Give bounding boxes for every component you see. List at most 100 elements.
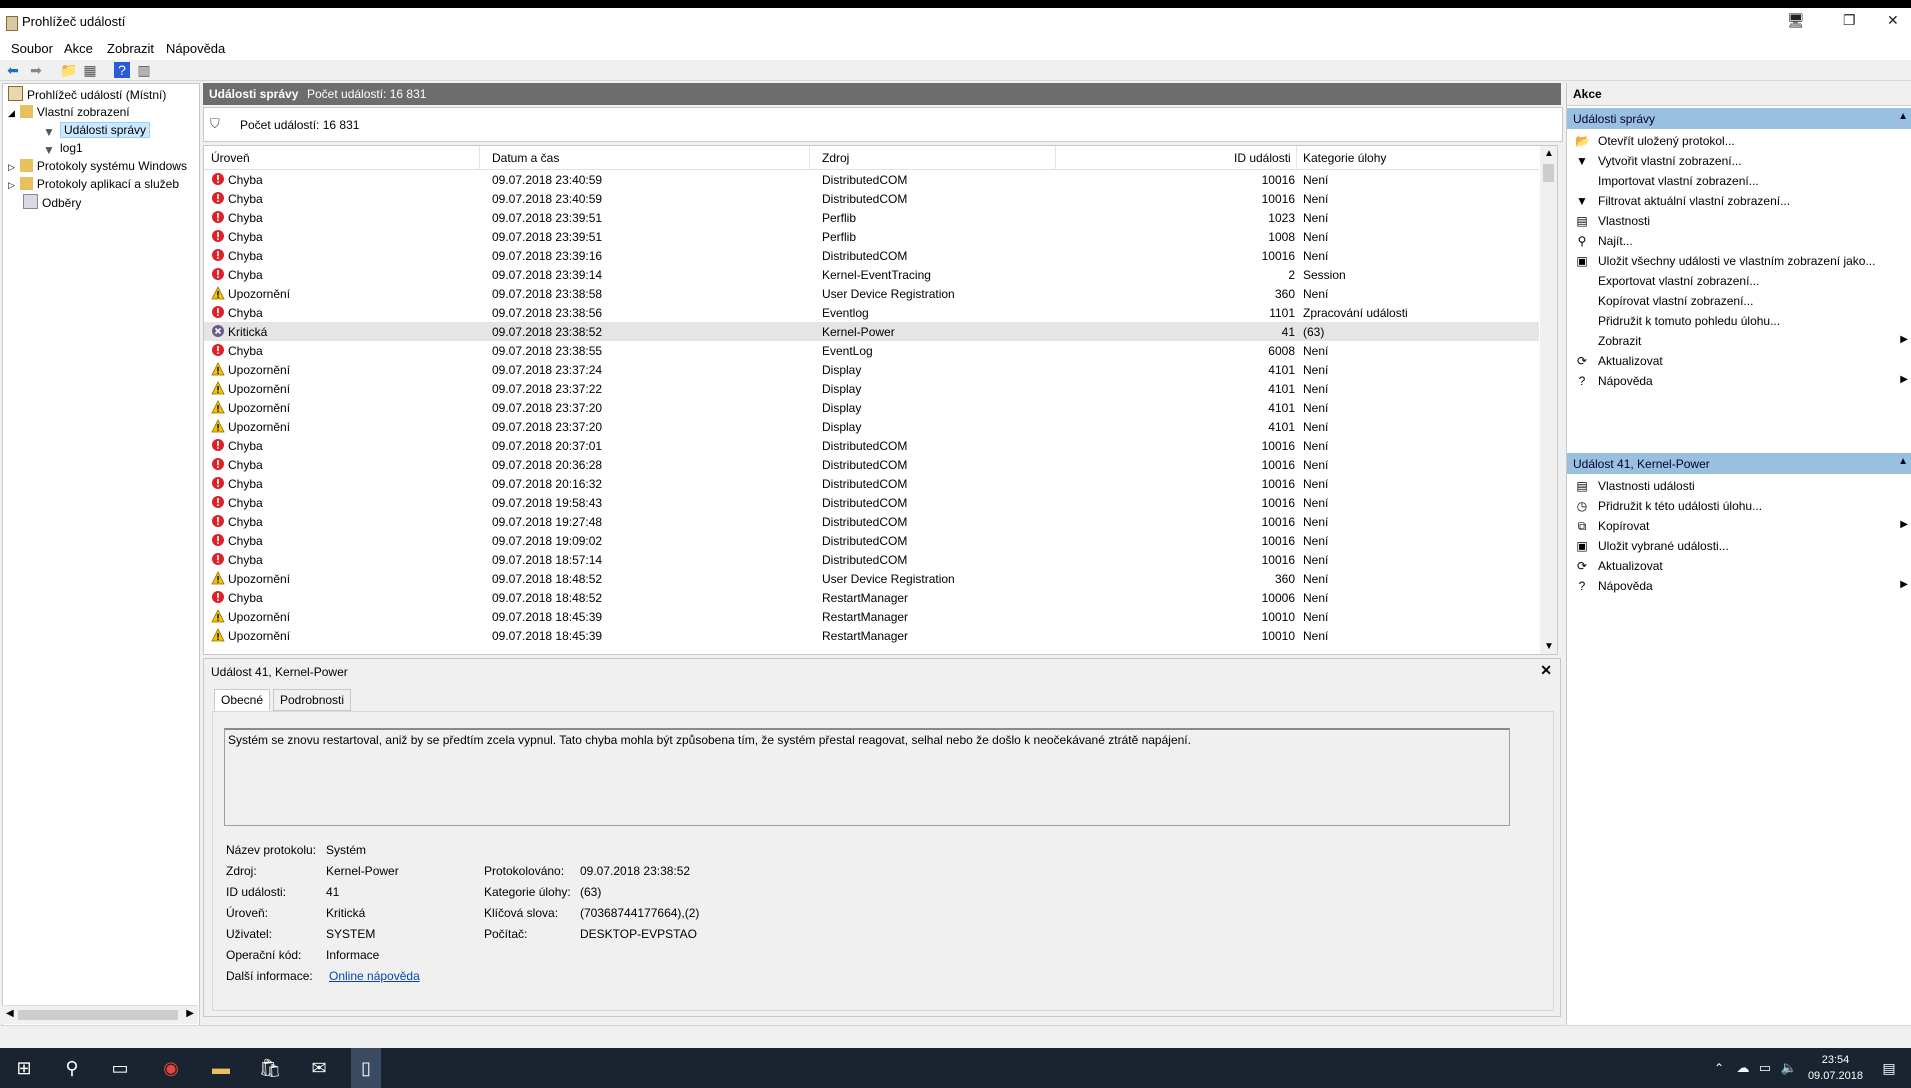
action-item[interactable]: ▤ Vlastnosti bbox=[1567, 211, 1911, 231]
mail-icon[interactable]: ✉ bbox=[306, 1056, 332, 1080]
col-source[interactable]: Zdroj bbox=[822, 151, 849, 165]
table-row[interactable]: Kritická 09.07.2018 23:38:52 Kernel-Power 4… bbox=[204, 322, 1539, 341]
scroll-up-icon[interactable]: ▲ bbox=[1544, 148, 1554, 159]
table-row[interactable]: Chyba 09.07.2018 19:09:02 DistributedCOM 10… bbox=[204, 531, 1539, 550]
action-item[interactable]: ▣ Uložit všechny události ve vlastním zob… bbox=[1567, 251, 1911, 271]
col-datetime[interactable]: Datum a čas bbox=[492, 151, 559, 165]
network-icon[interactable]: ▭ bbox=[1752, 1056, 1778, 1080]
close-window-button[interactable]: ✕ bbox=[1887, 12, 1899, 29]
collapse-icon[interactable]: ◢ bbox=[8, 108, 15, 118]
collapse-section-icon[interactable]: ▲ bbox=[1898, 111, 1908, 122]
scroll-thumb[interactable] bbox=[18, 1010, 178, 1020]
table-row[interactable]: Chyba 09.07.2018 18:48:52 RestartManager 10… bbox=[204, 588, 1539, 607]
table-row[interactable]: Upozornění 09.07.2018 18:45:39 RestartMana… bbox=[204, 607, 1539, 626]
start-windows-icon[interactable]: ⊞ bbox=[11, 1056, 37, 1080]
action-item[interactable]: Importovat vlastní zobrazení... bbox=[1567, 171, 1911, 191]
menu-soubor[interactable]: Soubor bbox=[11, 41, 53, 56]
table-row[interactable]: Upozornění 09.07.2018 23:37:24 Display 4101… bbox=[204, 360, 1539, 379]
action-pane-icon[interactable]: ▥ bbox=[136, 62, 152, 78]
table-row[interactable]: Chyba 09.07.2018 23:38:55 EventLog 6008 Není bbox=[204, 341, 1539, 360]
action-item[interactable]: Kopírovat vlastní zobrazení... bbox=[1567, 291, 1911, 311]
task-view-icon[interactable]: ▭ bbox=[107, 1056, 133, 1080]
menu-napoveda[interactable]: Nápověda bbox=[166, 41, 225, 56]
action-item[interactable]: ▣ Uložit vybrané události... bbox=[1567, 536, 1911, 556]
scroll-down-icon[interactable]: ▼ bbox=[1544, 641, 1554, 652]
tree-admin-events[interactable]: ▼ Události správy bbox=[43, 122, 151, 139]
table-row[interactable]: Chyba 09.07.2018 20:16:32 DistributedCOM 10… bbox=[204, 474, 1539, 493]
show-hidden-icons[interactable]: ⌃ bbox=[1706, 1056, 1732, 1080]
table-row[interactable]: Chyba 09.07.2018 23:39:51 Perflib 1008 Není bbox=[204, 227, 1539, 246]
table-row[interactable]: Chyba 09.07.2018 19:27:48 DistributedCOM 10… bbox=[204, 512, 1539, 531]
scroll-thumb[interactable] bbox=[1543, 164, 1554, 182]
table-row[interactable]: Upozornění 09.07.2018 23:37:20 Display 4101… bbox=[204, 417, 1539, 436]
action-item[interactable]: Zobrazit ▶ bbox=[1567, 331, 1911, 351]
close-detail-icon[interactable]: ✕ bbox=[1540, 662, 1552, 679]
table-row[interactable]: Chyba 09.07.2018 23:40:59 DistributedCOM 10… bbox=[204, 189, 1539, 208]
action-item[interactable]: ▼ Filtrovat aktuální vlastní zobrazení... bbox=[1567, 191, 1911, 211]
table-row[interactable]: Chyba 09.07.2018 23:39:51 Perflib 1023 Není bbox=[204, 208, 1539, 227]
scroll-left-icon[interactable]: ◀ bbox=[6, 1008, 14, 1019]
grid-vertical-scrollbar[interactable]: ▲ ▼ bbox=[1540, 146, 1557, 654]
table-row[interactable]: Chyba 09.07.2018 23:39:16 DistributedCOM 10… bbox=[204, 246, 1539, 265]
clock[interactable]: 23:54 09.07.2018 bbox=[1808, 1052, 1863, 1084]
table-row[interactable]: Chyba 09.07.2018 20:37:01 DistributedCOM 10… bbox=[204, 436, 1539, 455]
menu-akce[interactable]: Akce bbox=[64, 41, 93, 56]
action-item[interactable]: ⟳ Aktualizovat bbox=[1567, 351, 1911, 371]
tree-custom-views[interactable]: ◢ Vlastní zobrazení bbox=[8, 104, 130, 121]
show-hide-tree-icon[interactable]: ▦ bbox=[82, 62, 98, 78]
table-row[interactable]: Upozornění 09.07.2018 23:37:20 Display 4101… bbox=[204, 398, 1539, 417]
table-row[interactable]: Chyba 09.07.2018 18:57:14 DistributedCOM 10… bbox=[204, 550, 1539, 569]
store-icon[interactable]: 🛍 bbox=[257, 1056, 283, 1080]
action-item[interactable]: ◷ Přidružit k této události úlohu... bbox=[1567, 496, 1911, 516]
table-row[interactable]: Upozornění 09.07.2018 23:38:58 User Device… bbox=[204, 284, 1539, 303]
menu-zobrazit[interactable]: Zobrazit bbox=[107, 41, 154, 56]
action-item[interactable]: ? Nápověda ▶ bbox=[1567, 576, 1911, 596]
tree-subscriptions[interactable]: Odběry bbox=[23, 194, 81, 211]
scroll-right-icon[interactable]: ▶ bbox=[186, 1008, 194, 1019]
chrome-icon[interactable]: ◉ bbox=[158, 1056, 184, 1080]
action-item[interactable]: ⧉ Kopírovat ▶ bbox=[1567, 516, 1911, 536]
collapse-section-icon[interactable]: ▲ bbox=[1898, 456, 1908, 467]
action-item[interactable]: ⚲ Najít... bbox=[1567, 231, 1911, 251]
back-icon[interactable]: ⬅ bbox=[5, 62, 21, 78]
help-toolbar-icon[interactable]: ? bbox=[114, 62, 130, 78]
tree-horizontal-scrollbar[interactable]: ◀ ▶ bbox=[2, 1005, 198, 1024]
tree-root[interactable]: Prohlížeč událostí (Místní) bbox=[8, 86, 166, 103]
actions-section-admin-events[interactable]: Události správy ▲ bbox=[1567, 108, 1911, 129]
tree-log1[interactable]: ▼ log1 bbox=[43, 140, 83, 157]
actions-section-event[interactable]: Událost 41, Kernel-Power ▲ bbox=[1567, 453, 1911, 474]
table-row[interactable]: Chyba 09.07.2018 23:39:14 Kernel-EventTrac… bbox=[204, 265, 1539, 284]
notifications-icon[interactable]: ▤ bbox=[1876, 1056, 1902, 1080]
table-row[interactable]: Upozornění 09.07.2018 18:48:52 User Device… bbox=[204, 569, 1539, 588]
restore-button[interactable]: ❐ bbox=[1843, 12, 1856, 29]
table-row[interactable]: Chyba 09.07.2018 20:36:28 DistributedCOM 10… bbox=[204, 455, 1539, 474]
search-icon[interactable]: ⚲ bbox=[59, 1056, 85, 1080]
action-item[interactable]: Exportovat vlastní zobrazení... bbox=[1567, 271, 1911, 291]
up-folder-icon[interactable]: 📁 bbox=[60, 62, 77, 78]
action-item[interactable]: ▼ Vytvořit vlastní zobrazení... bbox=[1567, 151, 1911, 171]
expand-icon[interactable]: ▷ bbox=[8, 180, 15, 190]
action-item[interactable]: ? Nápověda ▶ bbox=[1567, 371, 1911, 391]
event-viewer-taskbar-icon[interactable]: ▯ bbox=[351, 1048, 381, 1088]
volume-icon[interactable]: 🔈 bbox=[1776, 1056, 1802, 1080]
tab-details[interactable]: Podrobnosti bbox=[273, 689, 352, 711]
col-task-category[interactable]: Kategorie úlohy bbox=[1303, 151, 1386, 165]
action-item[interactable]: Přidružit k tomuto pohledu úlohu... bbox=[1567, 311, 1911, 331]
action-item[interactable]: ⟳ Aktualizovat bbox=[1567, 556, 1911, 576]
monitor-icon[interactable]: 🖥 bbox=[1787, 12, 1805, 29]
table-row[interactable]: Chyba 09.07.2018 19:58:43 DistributedCOM 10… bbox=[204, 493, 1539, 512]
table-row[interactable]: Chyba 09.07.2018 23:38:56 Eventlog 1101 Zpra… bbox=[204, 303, 1539, 322]
forward-icon[interactable]: ➡ bbox=[28, 62, 44, 78]
action-item[interactable]: 📂 Otevřít uložený protokol... bbox=[1567, 131, 1911, 151]
table-row[interactable]: Chyba 09.07.2018 23:40:59 DistributedCOM 10… bbox=[204, 170, 1539, 189]
file-explorer-icon[interactable]: ▬ bbox=[208, 1056, 234, 1080]
table-row[interactable]: Upozornění 09.07.2018 18:45:39 RestartMana… bbox=[204, 626, 1539, 645]
online-help-link[interactable]: Online nápověda bbox=[329, 969, 420, 983]
tab-general[interactable]: Obecné bbox=[214, 689, 271, 711]
col-event-id[interactable]: ID události bbox=[1234, 151, 1291, 165]
table-row[interactable]: Upozornění 09.07.2018 23:37:22 Display 4101… bbox=[204, 379, 1539, 398]
tree-windows-logs[interactable]: ▷ Protokoly systému Windows bbox=[8, 158, 187, 175]
expand-icon[interactable]: ▷ bbox=[8, 162, 15, 172]
tree-app-logs[interactable]: ▷ Protokoly aplikací a služeb bbox=[8, 176, 179, 193]
col-level[interactable]: Úroveň bbox=[211, 151, 250, 165]
